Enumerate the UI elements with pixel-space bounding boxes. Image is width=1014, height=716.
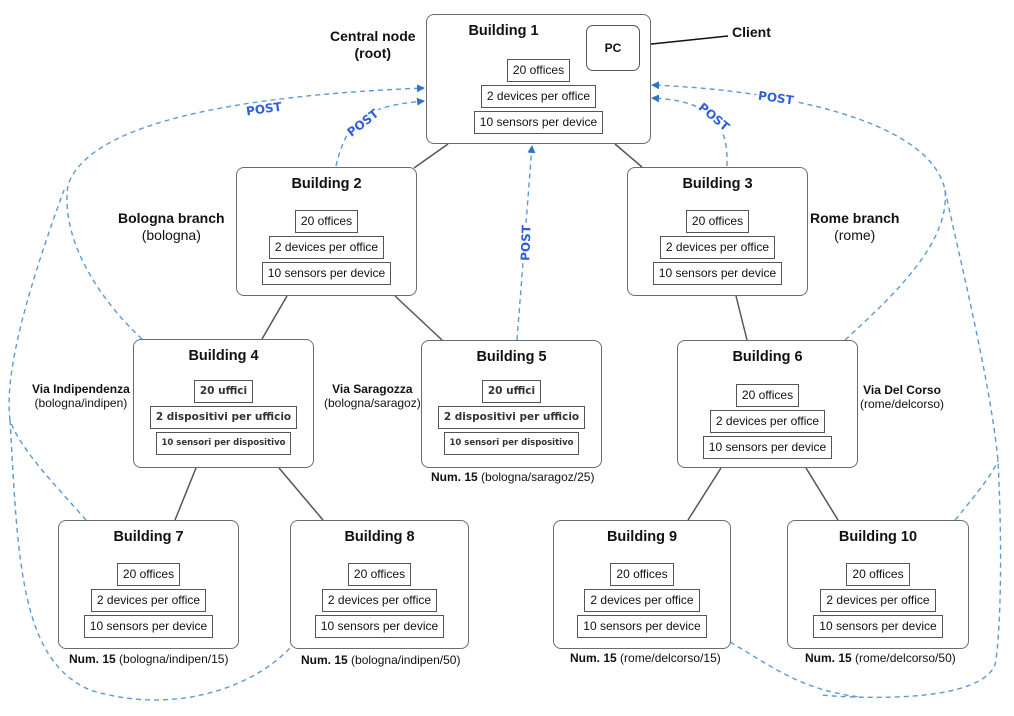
edge-b6-b9: [687, 467, 722, 521]
num-label: Num. 15: [301, 653, 348, 667]
spec-sensors: 10 sensors per device: [83, 615, 214, 638]
building-node-9[interactable]: Building 9 20 offices 2 devices per offi…: [553, 520, 731, 649]
spec-sensors: 10 sensors per device: [813, 615, 943, 638]
pc-client-box[interactable]: PC: [586, 25, 640, 71]
client-label-text: Client: [732, 24, 771, 40]
spec-sensors: 10 sensors per device: [577, 615, 707, 638]
street-number-b5: Num. 15 (bologna/saragoz/25): [431, 470, 594, 484]
num-label: Num. 15: [431, 470, 478, 484]
spec-sensors: 10 sensori per dispositivo: [155, 432, 292, 455]
num-path: (bologna/indipen/15): [119, 652, 229, 666]
building-node-2[interactable]: Building 2 20 offices 2 devices per offi…: [236, 167, 417, 296]
num-path: (bologna/saragoz/25): [481, 470, 595, 484]
spec-sensors: 10 sensori per dispositivo: [443, 432, 580, 455]
building-title: Building 7: [113, 529, 184, 545]
spec-offices: 20 offices: [116, 563, 181, 586]
branch-title: Via Saragozza: [332, 382, 413, 396]
spec-devices: 2 devices per office: [709, 410, 826, 433]
spec-devices: 2 devices per office: [480, 85, 597, 108]
client-arrow: [641, 35, 729, 49]
spec-offices: 20 uffici: [193, 380, 254, 403]
num-label: Num. 15: [570, 651, 617, 665]
post-link-rome-leaf-b10: [954, 459, 999, 521]
client-label: Client: [732, 24, 771, 41]
branch-title: Rome branch: [810, 210, 900, 226]
branch-path: (bologna/saragoz): [324, 396, 421, 410]
building-title: Building 9: [606, 529, 678, 545]
building-node-3[interactable]: Building 3 20 offices 2 devices per offi…: [627, 167, 808, 296]
building-title: Building 4: [188, 348, 259, 364]
spec-offices: 20 offices: [610, 563, 674, 586]
spec-offices: 20 uffici: [481, 380, 542, 403]
branch-path: (rome/delcorso): [860, 397, 945, 411]
spec-sensors: 10 sensors per device: [314, 615, 445, 638]
street-number-b9: Num. 15 (rome/delcorso/15): [570, 651, 721, 665]
num-path: (bologna/indipen/50): [351, 653, 461, 667]
spec-offices: 20 offices: [506, 59, 571, 82]
post-label-b5: POST: [518, 222, 534, 264]
rome-branch-label: Rome branch (rome): [810, 210, 899, 244]
spec-devices: 2 devices per office: [90, 589, 207, 612]
spec-offices: 20 offices: [685, 210, 750, 233]
street-number-b10: Num. 15 (rome/delcorso/50): [805, 651, 956, 665]
edge-b2-b4: [261, 295, 288, 340]
building-title: Building 10: [838, 529, 918, 545]
building-title: Building 2: [291, 176, 362, 192]
building-node-4[interactable]: Building 4 20 uffici 2 dispositivi per u…: [133, 339, 314, 468]
spec-devices: 2 devices per office: [584, 589, 700, 612]
building-node-10[interactable]: Building 10 20 offices 2 devices per off…: [787, 520, 969, 649]
building-node-8[interactable]: Building 8 20 offices 2 devices per offi…: [290, 520, 469, 649]
spec-sensors: 10 sensors per device: [652, 262, 783, 285]
building-node-6[interactable]: Building 6 20 offices 2 devices per offi…: [677, 340, 858, 468]
branch-title: Via Indipendenza: [32, 382, 130, 396]
spec-offices: 20 offices: [347, 563, 412, 586]
edge-b6-b10: [805, 467, 839, 521]
post-link-b3-b1: [651, 94, 728, 167]
branch-title: Via Del Corso: [863, 383, 941, 397]
building-title: Building 8: [344, 529, 415, 545]
indipendenza-label: Via Indipendenza (bologna/indipen): [32, 382, 130, 410]
branch-path: (bologna/indipen): [34, 396, 128, 410]
spec-offices: 20 offices: [294, 210, 359, 233]
delcorso-label: Via Del Corso (rome/delcorso): [860, 383, 944, 411]
num-path: (rome/delcorso/15): [620, 651, 721, 665]
branch-path: (bologna): [141, 227, 201, 243]
saragozza-label: Via Saragozza (bologna/saragoz): [324, 382, 421, 410]
spec-devices: 2 devices per office: [820, 589, 936, 612]
building-title: Building 6: [732, 349, 803, 365]
spec-devices: 2 devices per office: [321, 589, 438, 612]
street-number-b8: Num. 15 (bologna/indipen/50): [301, 653, 460, 667]
edge-b1-b3: [614, 143, 643, 168]
spec-devices: 2 dispositivi per ufficio: [149, 406, 298, 429]
root-label-subtitle: (root): [354, 45, 392, 61]
spec-sensors: 10 sensors per device: [261, 262, 392, 285]
root-label: Central node (root): [330, 28, 416, 62]
building-node-5[interactable]: Building 5 20 uffici 2 dispositivi per u…: [421, 340, 602, 468]
edge-b4-b7: [174, 467, 197, 521]
spec-devices: 2 devices per office: [268, 236, 385, 259]
bologna-branch-label: Bologna branch (bologna): [118, 210, 225, 244]
spec-devices: 2 dispositivi per ufficio: [437, 406, 586, 429]
building-title: Building 5: [476, 349, 547, 365]
spec-sensors: 10 sensors per device: [702, 436, 833, 459]
building-title: Building 1: [468, 23, 539, 39]
spec-offices: 20 offices: [846, 563, 910, 586]
num-label: Num. 15: [69, 652, 116, 666]
building-title: Building 3: [682, 176, 753, 192]
street-number-b7: Num. 15 (bologna/indipen/15): [69, 652, 228, 666]
root-label-title: Central node: [330, 28, 416, 44]
building-node-7[interactable]: Building 7 20 offices 2 devices per offi…: [58, 520, 239, 649]
num-path: (rome/delcorso/50): [855, 651, 956, 665]
edge-b4-b8: [278, 467, 324, 521]
spec-devices: 2 devices per office: [659, 236, 776, 259]
branch-path: (rome): [834, 227, 876, 243]
edge-b1-b2: [413, 143, 449, 169]
spec-sensors: 10 sensors per device: [473, 111, 604, 134]
num-label: Num. 15: [805, 651, 852, 665]
spec-offices: 20 offices: [735, 384, 800, 407]
edge-b2-b5: [394, 295, 443, 341]
branch-title: Bologna branch: [118, 210, 225, 226]
edge-b3-b6: [735, 295, 748, 341]
